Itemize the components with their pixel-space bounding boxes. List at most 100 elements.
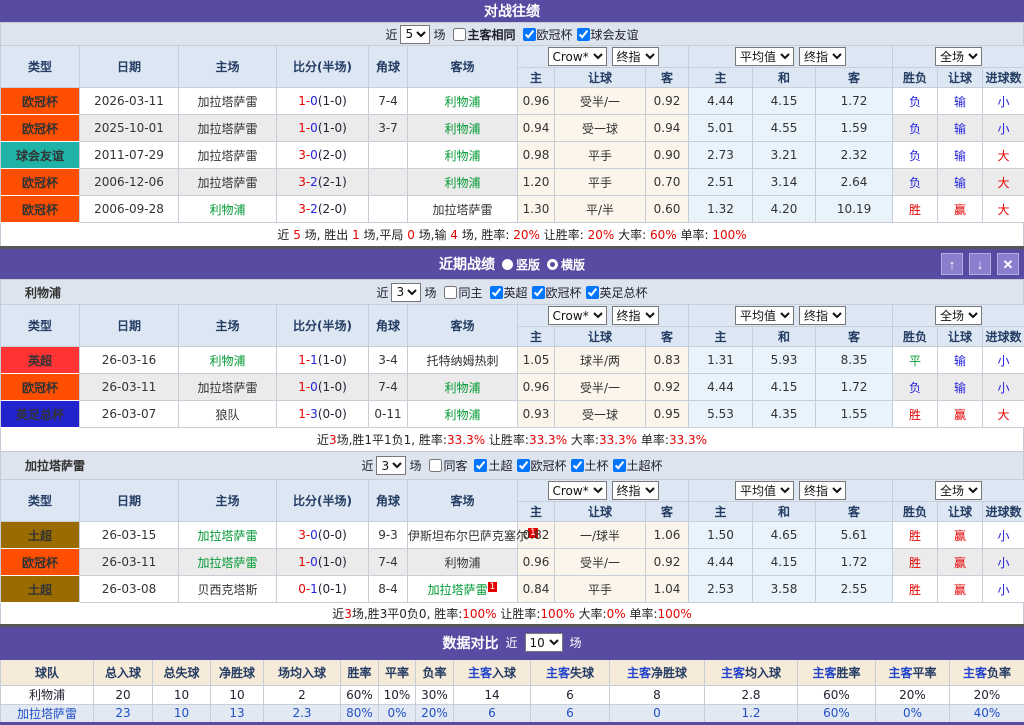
match-row: 土超 26-03-15 加拉塔萨雷 3-0(0-0) 9-3 伊斯坦布尔巴萨克塞… <box>1 522 1024 549</box>
scope-select[interactable]: 全场 <box>935 47 982 66</box>
comp-filter-checkbox[interactable] <box>586 286 599 299</box>
odds-stage-select[interactable]: 终指 <box>612 481 659 500</box>
comp-filter-checkbox-label[interactable]: 英足总杯 <box>586 284 648 301</box>
odds-stage-select[interactable]: 终指 <box>612 306 659 325</box>
handicap-cell: 平/半 <box>555 196 646 223</box>
scope-select[interactable]: 全场 <box>935 306 982 325</box>
odds-provider-select[interactable]: Crow* <box>548 481 607 500</box>
comp-filter-checkbox-label[interactable]: 欧冠杯 <box>523 26 573 43</box>
comp-badge-cell: 欧冠杯 <box>1 88 80 115</box>
odds-stage-select[interactable]: 终指 <box>612 47 659 66</box>
col-header-away: 客场 <box>408 305 518 347</box>
h2h-games-select[interactable]: 5 <box>400 25 430 44</box>
comp-filter-checkbox[interactable] <box>490 286 503 299</box>
compare-row-galatasaray: 加拉塔萨雷2310132.380%0%20%6601.260%0%40% <box>1 704 1024 723</box>
same-home-checkbox-label[interactable]: 同主 <box>444 284 482 301</box>
away-team-cell: 利物浦 <box>408 169 518 196</box>
radio-selected-icon <box>502 259 513 270</box>
comp-filter-checkbox-label[interactable]: 土超杯 <box>613 457 663 474</box>
away-team-cell: 伊斯坦布尔巴萨克塞尔1 <box>408 522 518 549</box>
away-team-cell: 利物浦 <box>408 549 518 576</box>
comp-filter-checkbox[interactable] <box>474 459 487 472</box>
home-odds-cell: 0.98 <box>518 142 555 169</box>
corner-cell <box>369 169 408 196</box>
same-home-checkbox[interactable] <box>444 286 457 299</box>
compare-col-header: 球队 <box>1 659 94 685</box>
h2h-comp-filters: 欧冠杯球会友谊 <box>519 26 639 43</box>
home-team-cell: 加拉塔萨雷 <box>179 169 277 196</box>
result-wdl-cell: 负 <box>893 374 938 401</box>
odds-provider-select[interactable]: Crow* <box>548 47 607 66</box>
home-team-name: 加拉塔萨雷 <box>197 556 257 570</box>
match-row: 欧冠杯 2025-10-01 加拉塔萨雷 1-0(1-0) 3-7 利物浦 0.… <box>1 115 1024 142</box>
compare-cell: 0 <box>610 704 705 723</box>
compare-cell: 2.3 <box>264 704 341 723</box>
avg-away-cell: 1.72 <box>816 374 893 401</box>
comp-filter-checkbox[interactable] <box>517 459 530 472</box>
move-down-button[interactable]: ↓ <box>969 253 991 275</box>
liverpool-filter-row: 利物浦 近 3 场 同主 英超欧冠杯英足总杯 <box>0 279 1024 304</box>
col-header-away: 客场 <box>408 46 518 88</box>
same-venue-checkbox-label[interactable]: 主客相同 <box>453 26 515 43</box>
result-goals-cell: 大 <box>983 142 1024 169</box>
same-venue-checkbox[interactable] <box>453 28 466 41</box>
col-header-result-wdl: 胜负 <box>893 327 938 347</box>
same-away-checkbox[interactable] <box>429 459 442 472</box>
comp-filter-checkbox-label[interactable]: 欧冠杯 <box>532 284 582 301</box>
col-header-type: 类型 <box>1 305 80 347</box>
comp-filter-checkbox[interactable] <box>532 286 545 299</box>
compare-cell: 10 <box>153 685 211 704</box>
corner-cell: 9-3 <box>369 522 408 549</box>
comp-filter-checkbox-label[interactable]: 球会友谊 <box>577 26 639 43</box>
avg-select[interactable]: 平均值 <box>735 47 794 66</box>
avg-odds-cell: 平均值 终指 <box>689 46 893 68</box>
horizontal-radio[interactable]: 横版 <box>547 256 585 273</box>
result-handicap-cell: 赢 <box>938 401 983 428</box>
avg-away-cell: 1.72 <box>816 549 893 576</box>
comp-filter-checkbox-label[interactable]: 土超 <box>474 457 512 474</box>
col-header-corner: 角球 <box>369 480 408 522</box>
compare-col-header: 场均入球 <box>264 659 341 685</box>
home-odds-cell: 0.96 <box>518 88 555 115</box>
compare-cell: 6 <box>531 685 610 704</box>
comp-filter-checkbox[interactable] <box>571 459 584 472</box>
home-odds-cell: 1.20 <box>518 169 555 196</box>
move-up-button[interactable]: ↑ <box>941 253 963 275</box>
avg-stage-select[interactable]: 终指 <box>799 306 846 325</box>
radio-unselected-icon <box>547 259 558 270</box>
compare-col-header: 平率 <box>379 659 416 685</box>
avg-select[interactable]: 平均值 <box>735 306 794 325</box>
liverpool-games-select[interactable]: 3 <box>391 283 421 302</box>
result-goals-cell: 小 <box>983 115 1024 142</box>
match-row: 土超 26-03-08 贝西克塔斯 0-1(0-1) 8-4 加拉塔萨雷1 0.… <box>1 576 1024 603</box>
vertical-radio[interactable]: 竖版 <box>502 256 540 273</box>
compare-cell: 10 <box>153 704 211 723</box>
corner-cell: 3-4 <box>369 347 408 374</box>
avg-stage-select[interactable]: 终指 <box>799 47 846 66</box>
result-wdl-cell: 胜 <box>893 401 938 428</box>
comp-filter-checkbox[interactable] <box>577 28 590 41</box>
away-odds-cell: 0.83 <box>646 347 689 374</box>
avg-stage-select[interactable]: 终指 <box>799 481 846 500</box>
avg-home-cell: 2.51 <box>689 169 753 196</box>
comp-filter-checkbox-label[interactable]: 欧冠杯 <box>517 457 567 474</box>
comp-filter-checkbox[interactable] <box>613 459 626 472</box>
comp-filter-checkbox-label[interactable]: 英超 <box>490 284 528 301</box>
galatasaray-table: 类型 日期 主场 比分(半场) 角球 客场 Crow* 终指 平均值 终指 全场 <box>0 479 1024 603</box>
scope-select[interactable]: 全场 <box>935 481 982 500</box>
avg-draw-cell: 4.55 <box>753 115 816 142</box>
galatasaray-games-select[interactable]: 3 <box>376 456 406 475</box>
home-team-cell: 加拉塔萨雷 <box>179 374 277 401</box>
compare-games-select[interactable]: 10 <box>525 633 563 652</box>
comp-filter-checkbox-label[interactable]: 土杯 <box>571 457 609 474</box>
odds-provider-select[interactable]: Crow* <box>548 306 607 325</box>
comp-filter-checkbox[interactable] <box>523 28 536 41</box>
compare-cell: 20 <box>94 685 153 704</box>
score-cell: 3-0(2-0) <box>277 142 369 169</box>
avg-away-cell: 1.72 <box>816 88 893 115</box>
col-header-avg-away: 客 <box>816 502 893 522</box>
close-button[interactable]: ✕ <box>997 253 1019 275</box>
avg-select[interactable]: 平均值 <box>735 481 794 500</box>
compare-col-header: 主客失球 <box>531 659 610 685</box>
same-away-checkbox-label[interactable]: 同客 <box>429 457 467 474</box>
